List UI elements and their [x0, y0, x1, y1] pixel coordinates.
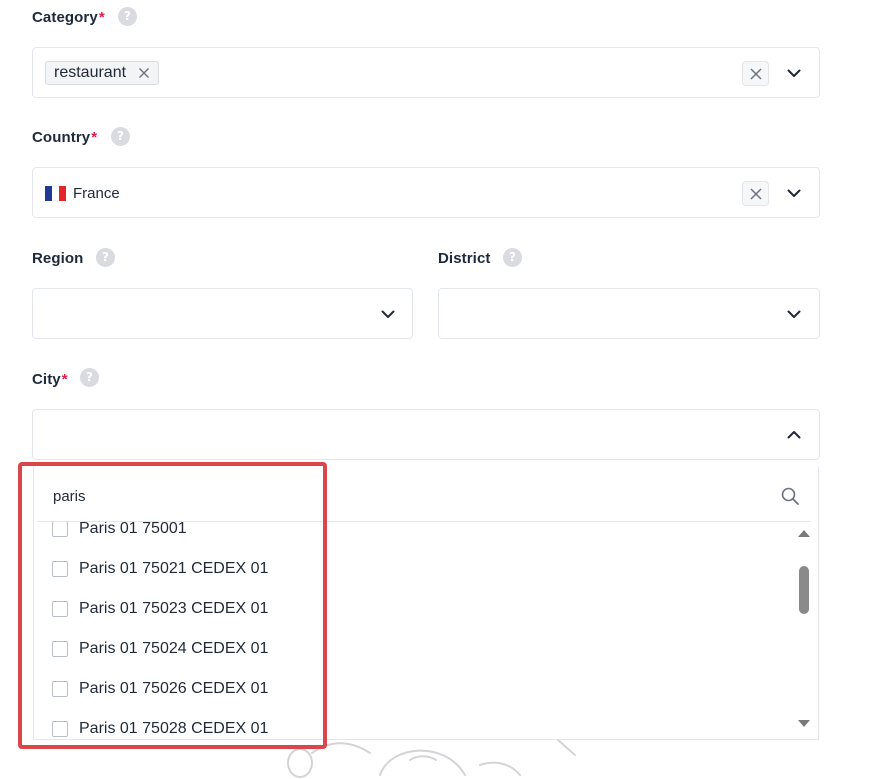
options-scrollbar[interactable]: [794, 522, 814, 737]
city-select[interactable]: [32, 409, 820, 460]
category-select[interactable]: restaurant: [32, 47, 820, 98]
region-label: Region: [32, 250, 84, 267]
chevron-down-icon[interactable]: [786, 185, 802, 201]
city-search-input[interactable]: paris: [53, 488, 86, 505]
city-option[interactable]: Paris 01 75024 CEDEX 01: [52, 629, 268, 669]
close-icon: [749, 187, 762, 200]
district-label: District: [438, 250, 491, 267]
close-icon: [749, 67, 762, 80]
option-checkbox[interactable]: [52, 561, 68, 577]
region-help-icon[interactable]: ?: [96, 248, 115, 267]
category-clear-button[interactable]: [742, 61, 769, 86]
city-option[interactable]: Paris 01 75023 CEDEX 01: [52, 589, 268, 629]
chevron-down-icon[interactable]: [786, 306, 802, 322]
scrollbar-thumb[interactable]: [799, 566, 809, 614]
city-help-icon[interactable]: ?: [80, 368, 99, 387]
required-mark: *: [61, 371, 68, 388]
background-illustration: [287, 739, 576, 778]
city-option[interactable]: Paris 01 75028 CEDEX 01: [52, 709, 269, 739]
option-label: Paris 01 75024 CEDEX 01: [79, 640, 269, 657]
country-select[interactable]: France: [32, 167, 820, 218]
option-label: Paris 01 75026 CEDEX 01: [79, 680, 269, 697]
country-help-icon[interactable]: ?: [111, 127, 130, 146]
category-chip-label: restaurant: [54, 64, 127, 81]
district-help-icon[interactable]: ?: [503, 248, 522, 267]
country-label: Country*: [32, 129, 97, 146]
option-label: Paris 01 75001: [79, 522, 187, 537]
triangle-up-icon[interactable]: [797, 528, 811, 538]
option-checkbox[interactable]: [52, 681, 68, 697]
city-option[interactable]: Paris 01 75001: [52, 522, 187, 549]
city-option[interactable]: Paris 01 75026 CEDEX 01: [52, 669, 268, 709]
chevron-down-icon[interactable]: [380, 306, 396, 322]
required-mark: *: [91, 129, 98, 146]
chevron-up-icon[interactable]: [786, 427, 802, 443]
category-label: Category*: [32, 9, 105, 26]
option-checkbox[interactable]: [52, 721, 68, 737]
option-label: Paris 01 75028 CEDEX 01: [79, 720, 269, 737]
country-value: France: [73, 185, 120, 202]
city-option[interactable]: Paris 01 75021 CEDEX 01: [52, 549, 268, 589]
option-label: Paris 01 75023 CEDEX 01: [79, 600, 269, 617]
france-flag-icon: [45, 186, 66, 201]
city-options-list: Paris 01 75001 Paris 01 75021 CEDEX 01 P…: [34, 522, 794, 739]
required-mark: *: [98, 9, 105, 26]
country-clear-button[interactable]: [742, 181, 769, 206]
district-select[interactable]: [438, 288, 820, 339]
region-select[interactable]: [32, 288, 413, 339]
category-help-icon[interactable]: ?: [118, 7, 137, 26]
triangle-down-icon[interactable]: [797, 719, 811, 729]
city-dropdown: paris Paris 01 75001 Paris 01 75021 CEDE…: [33, 466, 819, 740]
category-chip: restaurant: [45, 61, 160, 85]
option-checkbox[interactable]: [52, 601, 68, 617]
search-icon[interactable]: [780, 486, 800, 506]
city-label: City*: [32, 371, 68, 388]
option-checkbox[interactable]: [52, 641, 68, 657]
category-label-text: Category: [32, 9, 98, 26]
option-label: Paris 01 75021 CEDEX 01: [79, 560, 269, 577]
option-checkbox[interactable]: [52, 522, 68, 537]
city-label-text: City: [32, 371, 61, 388]
close-icon[interactable]: [138, 67, 150, 79]
chevron-down-icon[interactable]: [786, 65, 802, 81]
country-label-text: Country: [32, 129, 91, 146]
